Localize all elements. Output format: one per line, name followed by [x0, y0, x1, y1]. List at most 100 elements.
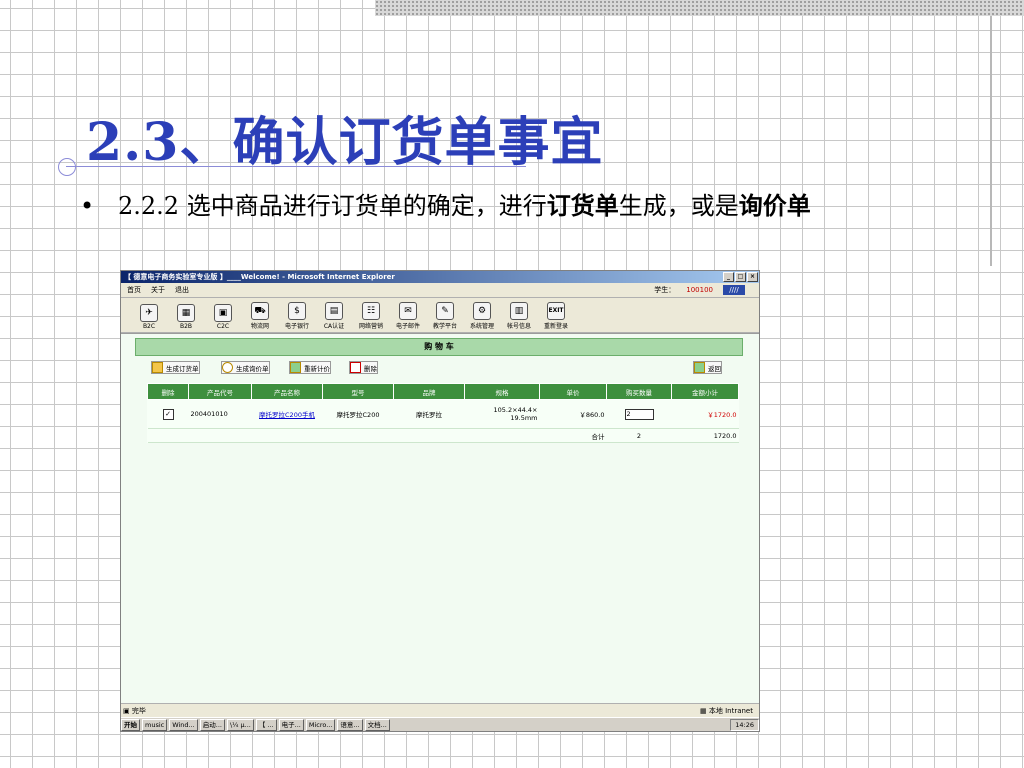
status-page-icon: ▣: [123, 707, 132, 715]
generate-order-button[interactable]: 生成订货单: [151, 361, 200, 374]
menu-logout[interactable]: 退出: [175, 285, 189, 295]
taskbar-item[interactable]: 文档...: [364, 718, 390, 731]
toolbar-label: 教学平台: [432, 323, 457, 330]
recalculate-button[interactable]: 重新计价: [289, 361, 331, 374]
start-button[interactable]: 开始: [121, 718, 140, 731]
taskbar-item[interactable]: 启动...: [199, 718, 225, 731]
toolbar-label: 系统管理: [469, 323, 494, 330]
product-spec: 105.2×44.4× 19.5mm: [464, 399, 540, 429]
bullet-dot: •: [80, 192, 95, 220]
toolbar-system[interactable]: ⚙ 系统管理: [466, 302, 498, 332]
quantity-input[interactable]: 2: [624, 408, 654, 420]
taskbar: 开始 music Wind... 启动... \¼ µ... 【 ... 电子.…: [121, 717, 759, 731]
product-model: 摩托罗拉C200: [322, 399, 394, 429]
student-label: 学生：: [654, 286, 676, 294]
col-qty: 购买数量: [606, 383, 672, 400]
taskbar-item[interactable]: \¼ µ...: [226, 718, 254, 731]
product-brand: 摩托罗拉: [393, 399, 465, 429]
bank-icon: $: [288, 302, 306, 320]
toolbar-label: B2B: [179, 323, 193, 330]
bullet-item: • 2.2.2 选中商品进行订货单的确定，进行订货单生成，或是询价单: [80, 188, 920, 224]
toolbar-label: 电子邮件: [395, 323, 420, 330]
back-label: 返回: [708, 364, 721, 373]
system-icon: ⚙: [473, 302, 491, 320]
toolbar-label: B2C: [142, 323, 156, 330]
taskbar-item[interactable]: 语意...: [337, 718, 363, 731]
spec-line-1: 105.2×44.4×: [493, 406, 538, 414]
bullet-bold-inquiry: 询价单: [738, 191, 811, 220]
minimize-button[interactable]: _: [723, 272, 734, 282]
app-toolbar: ✈ B2C ▦ B2B ▣ C2C ⛟ 物流网 $ 电子银行 ▤ CA认证 ☷ 网络营销 ✉ 电…: [121, 298, 759, 333]
taskbar-item[interactable]: 电子...: [278, 718, 304, 731]
menu-home[interactable]: 首页: [127, 285, 141, 295]
toolbar-ca[interactable]: ▤ CA认证: [318, 302, 350, 332]
cart-header-row: 删除 产品代号 产品名称 型号 品牌 规格 单价 购买数量 金额小计: [147, 383, 739, 400]
page-content: 购 物 车 生成订货单 生成询价单 重新计价 删除 返回 删除 产品代号 产品名…: [121, 333, 759, 704]
product-price: ￥860.0: [539, 399, 607, 429]
menu-bar: 首页 关于 退出 学生： 100100 ////: [121, 283, 759, 298]
decorative-vertical-line: [990, 16, 992, 266]
account-icon: ▥: [510, 302, 528, 320]
toolbar-b2b[interactable]: ▦ B2B: [170, 304, 202, 332]
truck-icon: ⛟: [251, 302, 269, 320]
generate-inquiry-button[interactable]: 生成询价单: [221, 361, 270, 374]
toolbar-label: C2C: [216, 323, 230, 330]
decorative-dot-band: [375, 0, 1024, 16]
teaching-icon: ✎: [436, 302, 454, 320]
taskbar-item[interactable]: music: [142, 718, 168, 731]
intranet-icon: ▦: [700, 707, 709, 715]
student-id: 100100: [686, 286, 713, 294]
bullet-text-mid: 生成，或是: [618, 192, 739, 220]
window-titlebar: 【 德意电子商务实验室专业版 】____Welcome! - Microsoft…: [121, 271, 759, 283]
delete-checkbox[interactable]: ✓: [162, 408, 174, 420]
toolbar-relogin[interactable]: EXIT 重新登录: [540, 302, 572, 332]
taskbar-item[interactable]: Wind...: [169, 718, 198, 731]
col-spec: 规格: [464, 383, 540, 400]
toolbar-marketing[interactable]: ☷ 网络营销: [355, 302, 387, 332]
delete-label: 删除: [364, 364, 377, 373]
bullet-text-prefix: 2.2.2 选中商品进行订货单的确定，进行: [118, 192, 547, 220]
col-model: 型号: [322, 383, 394, 400]
inquiry-icon: [222, 362, 233, 373]
menu-about[interactable]: 关于: [151, 285, 165, 295]
toolbar-c2c[interactable]: ▣ C2C: [207, 304, 239, 332]
table-row: ✓ 200401010 摩托罗拉C200手机 摩托罗拉C200 摩托罗拉 105…: [147, 399, 739, 429]
brand-logo: ////: [723, 285, 745, 295]
browser-window: 【 德意电子商务实验室专业版 】____Welcome! - Microsoft…: [120, 270, 760, 732]
cart-table: 删除 产品代号 产品名称 型号 品牌 规格 单价 购买数量 金额小计 ✓ 200…: [147, 383, 739, 443]
col-name: 产品名称: [251, 383, 323, 400]
toolbar-account[interactable]: ▥ 帐号信息: [503, 302, 535, 332]
window-title: 【 德意电子商务实验室专业版 】____Welcome! - Microsoft…: [124, 273, 395, 281]
delete-cell: ✓: [147, 399, 189, 429]
toolbar-teaching[interactable]: ✎ 教学平台: [429, 302, 461, 332]
total-qty: 2: [606, 428, 672, 443]
status-text: 完毕: [131, 707, 146, 715]
col-code: 产品代号: [188, 383, 252, 400]
col-brand: 品牌: [393, 383, 465, 400]
exit-icon: EXIT: [547, 302, 565, 320]
toolbar-label: 电子银行: [284, 323, 309, 330]
toolbar-b2c[interactable]: ✈ B2C: [133, 304, 165, 332]
status-bar: ▣ 完毕 ▦ 本地 Intranet: [121, 703, 759, 718]
toolbar-logistics[interactable]: ⛟ 物流网: [244, 302, 276, 332]
toolbar-bank[interactable]: $ 电子银行: [281, 302, 313, 332]
decorative-circle: [58, 158, 76, 176]
delete-button[interactable]: 删除: [349, 361, 378, 374]
col-price: 单价: [539, 383, 607, 400]
product-name-link[interactable]: 摩托罗拉C200手机: [259, 411, 315, 419]
taskbar-item[interactable]: 【 ...: [255, 718, 277, 731]
back-button[interactable]: 返回: [693, 361, 722, 374]
status-zone: 本地 Intranet: [708, 707, 753, 715]
toolbar-email[interactable]: ✉ 电子邮件: [392, 302, 424, 332]
back-icon: [694, 362, 705, 373]
toolbar-label: 物流网: [250, 323, 269, 330]
total-row: 合计 2 1720.0: [147, 428, 739, 443]
col-subtotal: 金额小计: [671, 383, 739, 400]
toolbar-label: 网络营销: [358, 323, 383, 330]
taskbar-item[interactable]: Micro...: [305, 718, 336, 731]
b2c-icon: ✈: [140, 304, 158, 322]
close-button[interactable]: ×: [747, 272, 758, 282]
maximize-button[interactable]: □: [735, 272, 746, 282]
bullet-text: 2.2.2 选中商品进行订货单的确定，进行订货单生成，或是询价单: [118, 188, 920, 224]
toolbar-label: 重新登录: [543, 323, 568, 330]
